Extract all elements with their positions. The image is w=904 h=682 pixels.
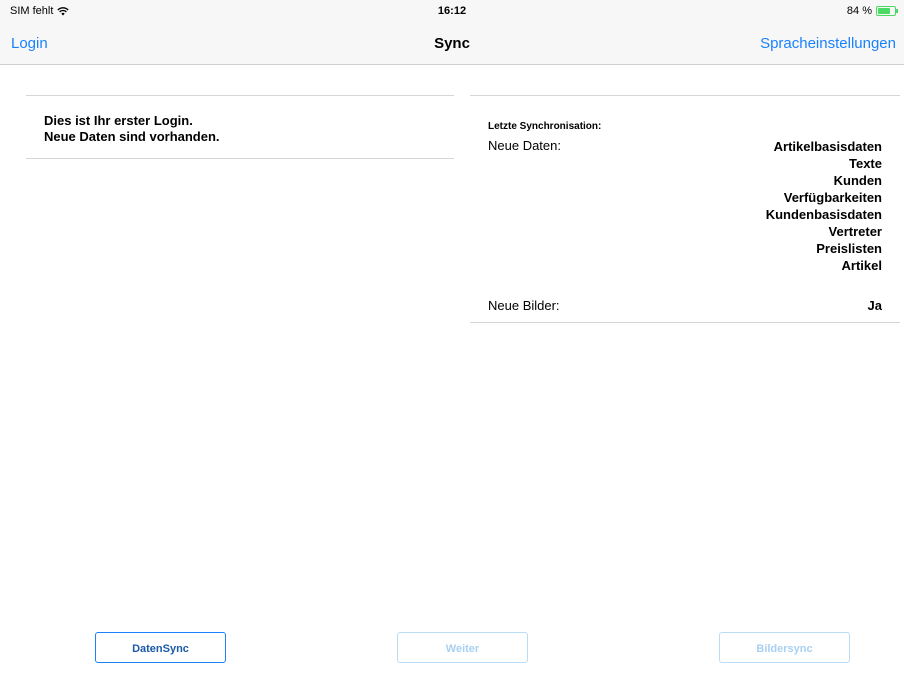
new-data-list: Artikelbasisdaten Texte Kunden Verfügbar… (488, 138, 900, 274)
new-data-row: Neue Daten: Artikelbasisdaten Texte Kund… (488, 138, 900, 274)
navigation-bar: Login Sync Spracheinstellungen (0, 22, 904, 65)
message-line-2: Neue Daten sind vorhanden. (44, 129, 220, 144)
divider (26, 158, 454, 159)
message-line-1: Dies ist Ihr erster Login. (44, 113, 193, 128)
datensync-button[interactable]: DatenSync (95, 632, 226, 663)
new-data-label: Neue Daten: (488, 138, 561, 153)
new-data-item: Vertreter (828, 224, 882, 239)
new-data-item: Preislisten (816, 241, 882, 256)
battery-icon (876, 6, 898, 16)
divider (470, 95, 900, 96)
new-data-item: Kundenbasisdaten (765, 207, 882, 222)
new-images-value: Ja (867, 298, 882, 313)
status-bar: SIM fehlt 16:12 84 % (0, 0, 904, 22)
language-settings-button[interactable]: Spracheinstellungen (760, 35, 896, 52)
login-message: Dies ist Ihr erster Login. Neue Daten si… (26, 96, 454, 158)
new-data-item: Verfügbarkeiten (783, 190, 882, 205)
bildersync-button[interactable]: Bildersync (719, 632, 850, 663)
divider (470, 322, 900, 323)
last-sync-title: Letzte Synchronisation: (488, 121, 602, 132)
login-info-panel: Dies ist Ihr erster Login. Neue Daten si… (26, 95, 454, 159)
weiter-button[interactable]: Weiter (397, 632, 528, 663)
status-right: 84 % (846, 5, 898, 17)
new-data-item: Kunden (833, 173, 882, 188)
clock: 16:12 (437, 5, 467, 17)
sync-info-panel: Letzte Synchronisation: Neue Daten: Arti… (470, 95, 900, 323)
new-data-item: Artikel (841, 258, 882, 273)
new-data-item: Texte (849, 156, 882, 171)
battery-percent: 84 % (846, 5, 872, 17)
new-images-row: Neue Bilder: Ja (470, 292, 900, 322)
new-images-label: Neue Bilder: (488, 298, 560, 313)
